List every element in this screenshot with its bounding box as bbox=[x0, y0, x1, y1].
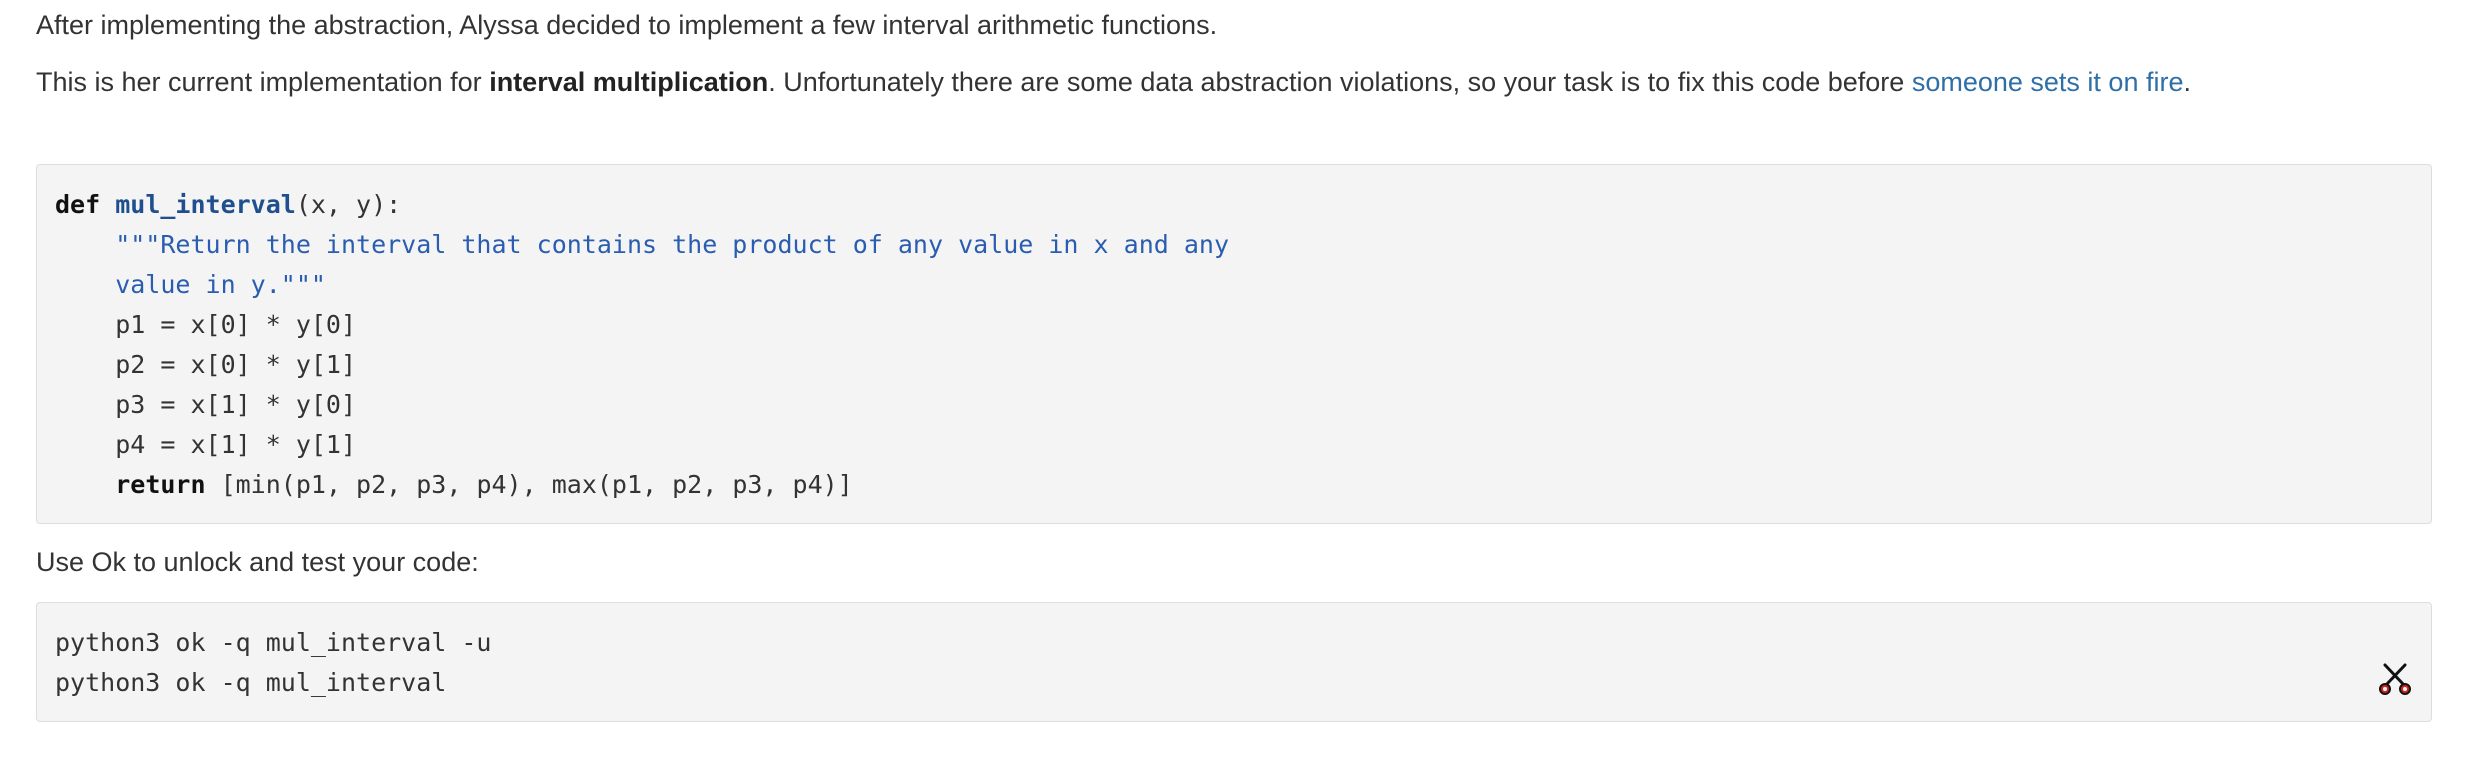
ok-instruction: Use Ok to unlock and test your code: bbox=[36, 542, 2434, 583]
ok-command-unlock: python3 ok -q mul_interval -u bbox=[55, 628, 492, 657]
code-docstring-line1: """Return the interval that contains the… bbox=[55, 230, 1229, 259]
code-block-mul-interval[interactable]: def mul_interval(x, y): """Return the in… bbox=[36, 164, 2432, 524]
code-line-p2: p2 = x[0] * y[1] bbox=[55, 350, 357, 379]
task-text-end: . bbox=[2183, 67, 2191, 97]
code-listing: def mul_interval(x, y): """Return the in… bbox=[55, 185, 1229, 505]
code-function-name: mul_interval bbox=[115, 190, 296, 219]
code-keyword-return: return bbox=[115, 470, 206, 499]
task-text-middle: . Unfortunately there are some data abst… bbox=[768, 67, 1912, 97]
intro-paragraph: After implementing the abstraction, Alys… bbox=[36, 5, 2434, 46]
scissors-icon[interactable] bbox=[2377, 661, 2413, 697]
code-return-expression: [min(p1, p2, p3, p4), max(p1, p2, p3, p4… bbox=[205, 470, 853, 499]
code-keyword-def: def bbox=[55, 190, 101, 219]
code-line-p3: p3 = x[1] * y[0] bbox=[55, 390, 357, 419]
fire-link[interactable]: someone sets it on fire bbox=[1912, 67, 2184, 97]
ok-command-test: python3 ok -q mul_interval bbox=[55, 668, 447, 697]
task-paragraph: This is her current implementation for i… bbox=[36, 62, 2434, 103]
code-block-ok-commands[interactable]: python3 ok -q mul_interval -u python3 ok… bbox=[36, 602, 2432, 722]
code-signature: (x, y): bbox=[295, 190, 402, 219]
intro-text: After implementing the abstraction, Alys… bbox=[36, 10, 1218, 40]
task-bold-term: interval multiplication bbox=[489, 67, 769, 97]
code-line-p1: p1 = x[0] * y[0] bbox=[55, 310, 357, 339]
code-docstring-line2: value in y.""" bbox=[55, 270, 326, 299]
ok-command-listing: python3 ok -q mul_interval -u python3 ok… bbox=[55, 623, 492, 703]
code-return-indent bbox=[55, 470, 115, 499]
task-text-start: This is her current implementation for bbox=[36, 67, 490, 97]
ok-instruction-text: Use Ok to unlock and test your code: bbox=[36, 547, 479, 577]
code-line-p4: p4 = x[1] * y[1] bbox=[55, 430, 357, 459]
